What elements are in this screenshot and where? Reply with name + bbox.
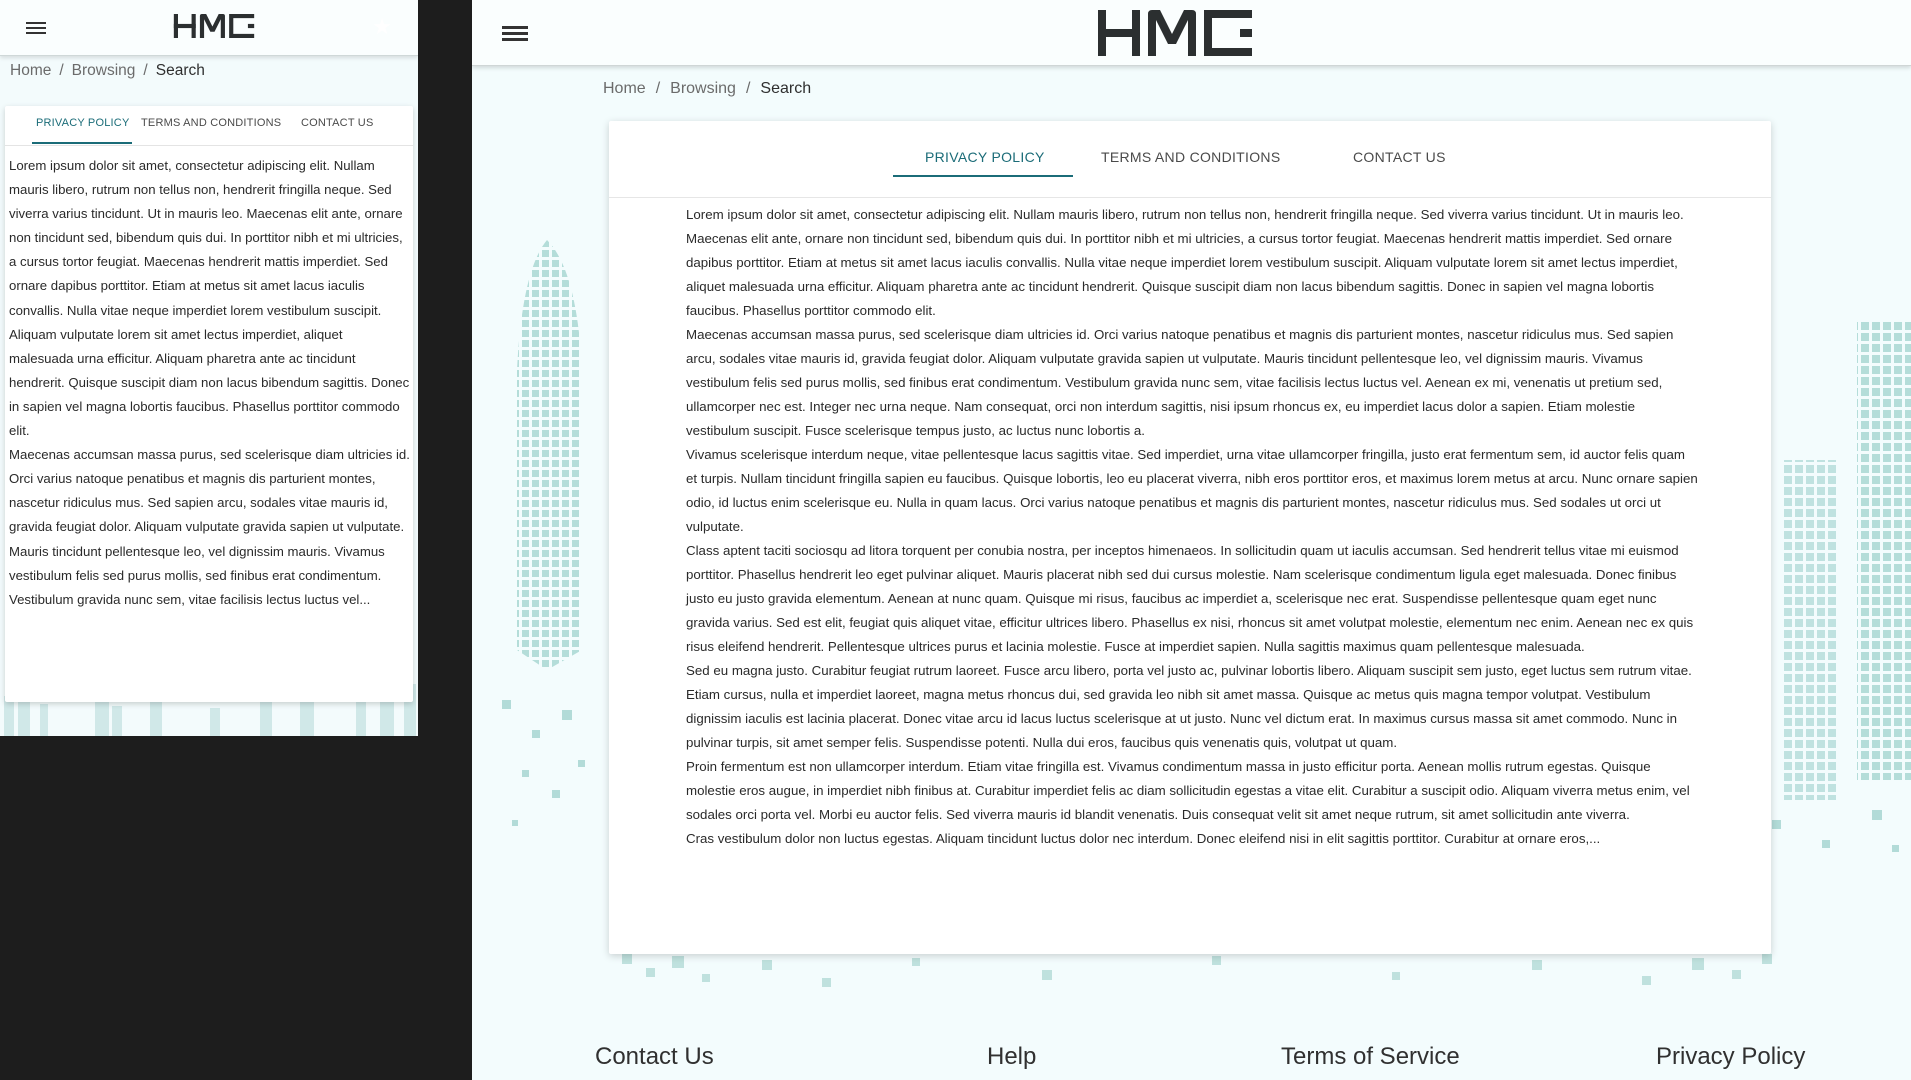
mobile-preview: ★ Home / Browsing / Search PRIVACY POLICY TE… [0, 0, 418, 736]
hme-logo[interactable] [1098, 6, 1252, 60]
tab-terms-and-conditions[interactable]: TERMS AND CONDITIONS [141, 117, 281, 129]
policy-card: PRIVACY POLICY TERMS AND CONDITIONS CONT… [609, 121, 1771, 954]
tab-contact-us[interactable]: CONTACT US [301, 117, 374, 129]
breadcrumb-home[interactable]: Home [10, 62, 51, 79]
breadcrumb: Home / Browsing / Search [10, 62, 205, 80]
hamburger-menu-icon[interactable] [24, 19, 48, 37]
footer-privacy-policy-link[interactable]: Privacy Policy [1656, 1043, 1805, 1071]
policy-paragraph: Class aptent taciti sociosqu ad litora t… [686, 543, 1694, 654]
footer-help-link[interactable]: Help [987, 1043, 1036, 1071]
breadcrumb-separator: / [655, 80, 661, 97]
policy-paragraph: Vivamus scelerisque interdum neque, vita… [686, 447, 1698, 534]
left-building-art [502, 240, 585, 826]
footer: Contact Us Help Terms of Service Privacy… [472, 1040, 1911, 1080]
active-tab-indicator [893, 175, 1073, 177]
policy-paragraph: Sed eu magna justo. Curabitur feugiat ru… [686, 663, 1692, 750]
tab-contact-us[interactable]: CONTACT US [1353, 149, 1446, 165]
hme-logo[interactable] [173, 14, 255, 38]
bottom-skyline-art [622, 954, 1772, 987]
tab-privacy-policy[interactable]: PRIVACY POLICY [925, 149, 1045, 165]
active-tab-indicator [32, 142, 132, 144]
policy-paragraph: Vestibulum gravida nunc sem, vitae facil… [9, 591, 371, 607]
right-building-art [1772, 320, 1911, 852]
policy-card: PRIVACY POLICY TERMS AND CONDITIONS CONT… [5, 106, 413, 702]
star-icon[interactable]: ★ [372, 14, 392, 40]
mobile-top-bar: ★ [0, 0, 418, 56]
desktop-top-bar [472, 0, 1911, 66]
breadcrumb: Home / Browsing / Search [603, 80, 811, 98]
policy-paragraph: Proin fermentum est non ullamcorper inte… [686, 759, 1690, 822]
policy-paragraph: Cras vestibulum dolor non luctus egestas… [686, 831, 1601, 846]
footer-contact-us-link[interactable]: Contact Us [595, 1043, 714, 1071]
breadcrumb-separator: / [143, 62, 148, 79]
breadcrumb-browsing[interactable]: Browsing [72, 62, 136, 79]
breadcrumb-separator: / [59, 62, 64, 79]
breadcrumb-home[interactable]: Home [603, 80, 646, 97]
tab-privacy-policy[interactable]: PRIVACY POLICY [36, 117, 129, 129]
tab-bar: PRIVACY POLICY TERMS AND CONDITIONS CONT… [609, 121, 1771, 198]
policy-paragraph: Lorem ipsum dolor sit amet, consectetur … [9, 158, 410, 439]
breadcrumb-browsing[interactable]: Browsing [670, 80, 736, 97]
policy-text: Lorem ipsum dolor sit amet, consectetur … [5, 146, 413, 612]
desktop-view: Home / Browsing / Search PRIVACY POLICY TERM… [472, 0, 1911, 1080]
policy-text: Lorem ipsum dolor sit amet, consectetur … [686, 203, 1698, 851]
footer-terms-of-service-link[interactable]: Terms of Service [1281, 1043, 1460, 1071]
policy-paragraph: Maecenas accumsan massa purus, sed scele… [686, 327, 1674, 438]
breadcrumb-current: Search [155, 62, 205, 79]
breadcrumb-current: Search [760, 80, 812, 97]
hamburger-menu-icon[interactable] [501, 23, 529, 43]
tab-terms-and-conditions[interactable]: TERMS AND CONDITIONS [1101, 149, 1280, 165]
tab-bar: PRIVACY POLICY TERMS AND CONDITIONS CONT… [5, 106, 413, 146]
policy-paragraph: Maecenas accumsan massa purus, sed scele… [9, 447, 410, 583]
breadcrumb-separator: / [745, 80, 751, 97]
policy-paragraph: Lorem ipsum dolor sit amet, consectetur … [686, 207, 1684, 318]
